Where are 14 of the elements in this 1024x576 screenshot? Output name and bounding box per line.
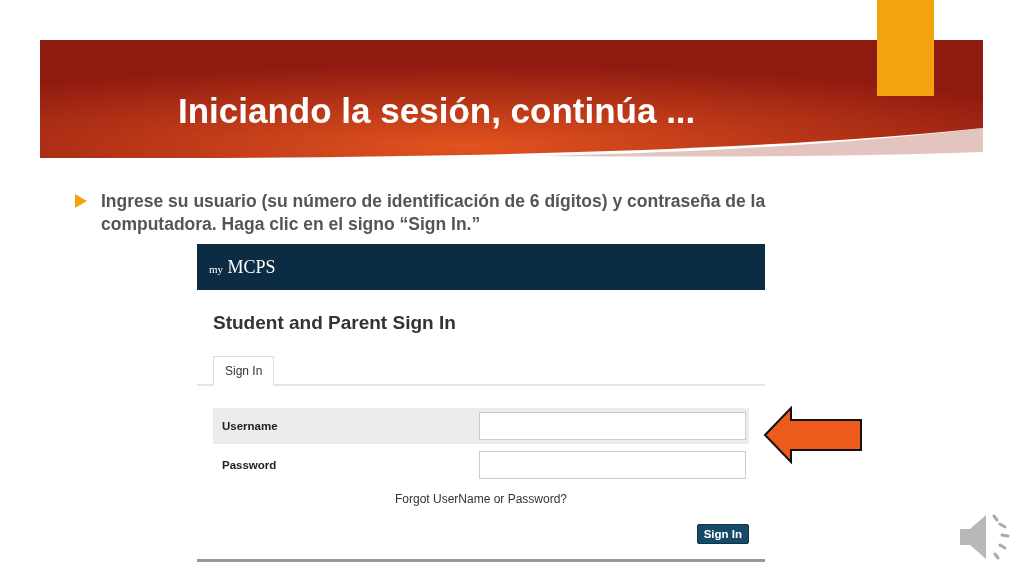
arrow-icon (763, 406, 863, 464)
site-logo: my MCPS (209, 256, 276, 278)
slide-title: Iniciando la sesión, continúa ... (178, 90, 696, 132)
bullet-icon (75, 194, 87, 208)
input-field[interactable] (479, 412, 746, 440)
speaker-icon (958, 512, 1010, 562)
input-field[interactable] (479, 451, 746, 479)
tab[interactable]: Sign In (213, 356, 275, 386)
field-label: Username (222, 420, 278, 432)
instruction-text: Ingrese su usuario (su número de identificación de 6 dígitos) y contraseña de la computadora. Haga clic en el signo “Sign In.” (101, 190, 767, 236)
sign-in-button[interactable]: Sign In (696, 524, 749, 544)
forgot-link[interactable]: Forgot UserName or Password? (394, 492, 568, 506)
field-label: Password (222, 459, 277, 471)
page-heading: Student and Parent Sign In (213, 312, 456, 334)
